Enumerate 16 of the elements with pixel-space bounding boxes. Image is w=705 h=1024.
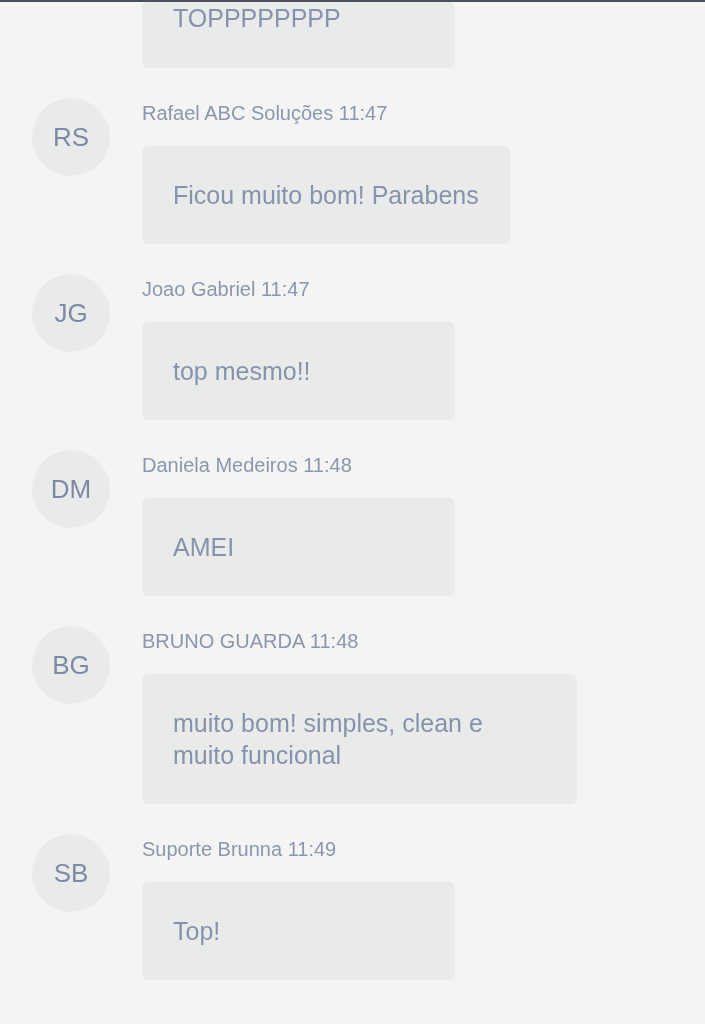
message-bubble: top mesmo!! [142, 322, 455, 420]
avatar: DM [32, 450, 110, 528]
author-name: Daniela Medeiros 11:48 [142, 454, 352, 478]
author-name: Joao Gabriel 11:47 [142, 278, 310, 302]
avatar: JG [32, 274, 110, 352]
author-name: Rafael ABC Soluções 11:47 [142, 102, 388, 126]
message-bubble: TOPPPPPPPP [142, 2, 455, 68]
author-name: Suporte Brunna 11:49 [142, 838, 337, 862]
avatar: RS [32, 98, 110, 176]
avatar: SB [32, 834, 110, 912]
message-bubble: Ficou muito bom! Parabens [142, 146, 510, 244]
message-bubble: Top! [142, 882, 455, 980]
message-bubble: AMEI [142, 498, 455, 596]
message-bubble: muito bom! simples, clean e muito funcional [142, 674, 577, 804]
avatar: BG [32, 626, 110, 704]
author-name: BRUNO GUARDA 11:48 [142, 630, 359, 654]
